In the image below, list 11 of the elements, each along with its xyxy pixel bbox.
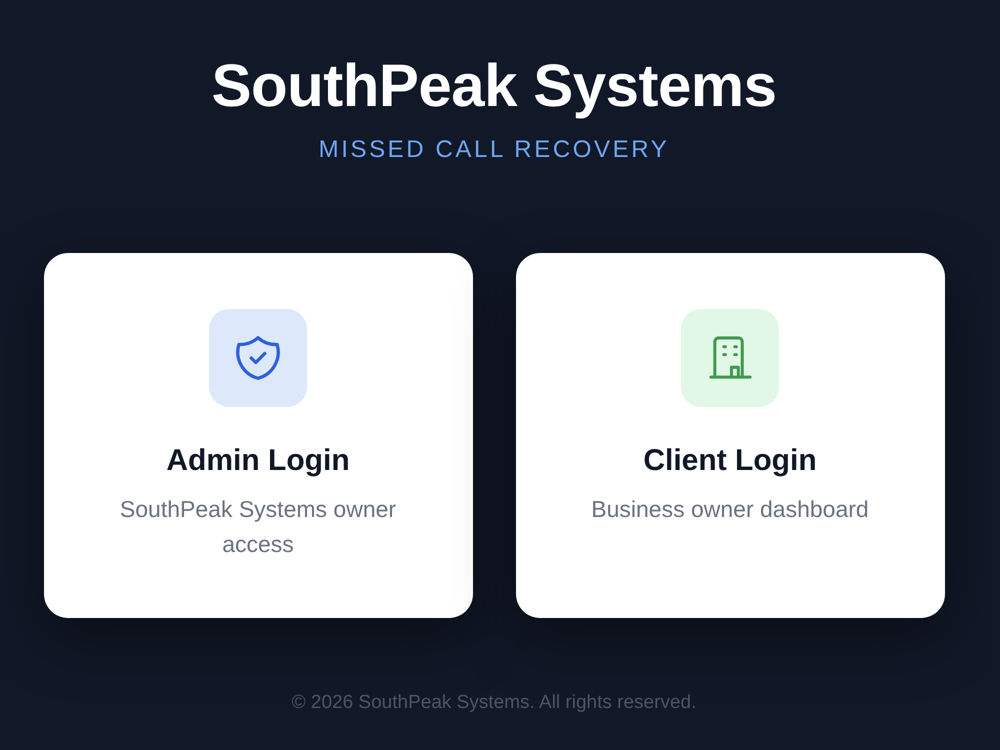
copyright-text: © 2026 SouthPeak Systems. All rights reserved.	[292, 691, 696, 715]
card-description: SouthPeak Systems owner access	[118, 495, 398, 559]
brand-title: SouthPeak Systems	[211, 51, 777, 121]
brand-subtitle: MISSED CALL RECOVERY	[318, 136, 670, 164]
building-icon	[681, 309, 779, 407]
shield-check-icon	[209, 309, 307, 407]
login-card[interactable]: Client Login Business owner dashboard	[516, 253, 944, 618]
card-title: Client Login	[643, 443, 817, 479]
card-description: Business owner dashboard	[591, 495, 869, 524]
login-card[interactable]: Admin Login SouthPeak Systems owner access	[44, 253, 472, 618]
card-title: Admin Login	[166, 443, 350, 479]
